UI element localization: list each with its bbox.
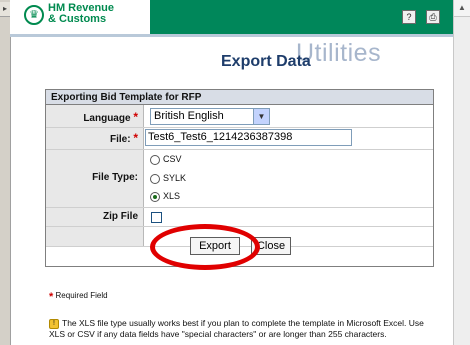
help-icon[interactable]: ? bbox=[402, 10, 416, 24]
hmrc-logo: ♛ HM Revenue & Customs bbox=[24, 3, 144, 31]
close-button[interactable]: Close bbox=[251, 237, 291, 255]
required-field-note: * Required Field bbox=[49, 291, 108, 303]
language-select[interactable]: British English ▼ bbox=[150, 108, 270, 125]
file-type-label: File Type: bbox=[92, 172, 138, 183]
language-label: Language * bbox=[83, 110, 138, 124]
chevron-down-icon[interactable]: ▼ bbox=[253, 109, 269, 124]
crown-icon: ♛ bbox=[24, 5, 44, 25]
page-title: Export Data bbox=[221, 53, 311, 70]
zip-file-label: Zip File bbox=[103, 211, 138, 222]
form-heading: Exporting Bid Template for RFP bbox=[46, 90, 433, 105]
radio-csv[interactable]: CSV bbox=[150, 153, 182, 166]
print-icon[interactable]: ⎙ bbox=[426, 10, 440, 24]
file-type-tip: ! The XLS file type usually works best if… bbox=[49, 318, 424, 339]
export-button[interactable]: Export bbox=[190, 237, 240, 255]
radio-xls[interactable]: XLS bbox=[150, 190, 180, 203]
expand-arrow-icon[interactable]: ▸ bbox=[0, 2, 10, 17]
radio-sylk[interactable]: SYLK bbox=[150, 172, 186, 185]
page-header: ♛ HM Revenue & Customs ? ⎙ bbox=[10, 0, 464, 34]
file-label: File: * bbox=[109, 131, 138, 145]
scroll-up-icon[interactable]: ▲ bbox=[454, 0, 470, 17]
title-area: Utilities Export Data bbox=[10, 37, 454, 77]
required-star: * bbox=[133, 131, 138, 145]
required-star: * bbox=[133, 110, 138, 124]
vertical-scrollbar[interactable]: ▲ bbox=[453, 0, 470, 345]
tip-icon: ! bbox=[49, 318, 59, 329]
logo-line2: & Customs bbox=[48, 13, 107, 25]
header-bar: ? ⎙ bbox=[150, 0, 464, 34]
file-name-input[interactable]: Test6_Test6_1214236387398 bbox=[145, 129, 352, 146]
zip-file-checkbox[interactable] bbox=[151, 212, 162, 223]
export-form: Exporting Bid Template for RFP Language … bbox=[45, 89, 434, 267]
